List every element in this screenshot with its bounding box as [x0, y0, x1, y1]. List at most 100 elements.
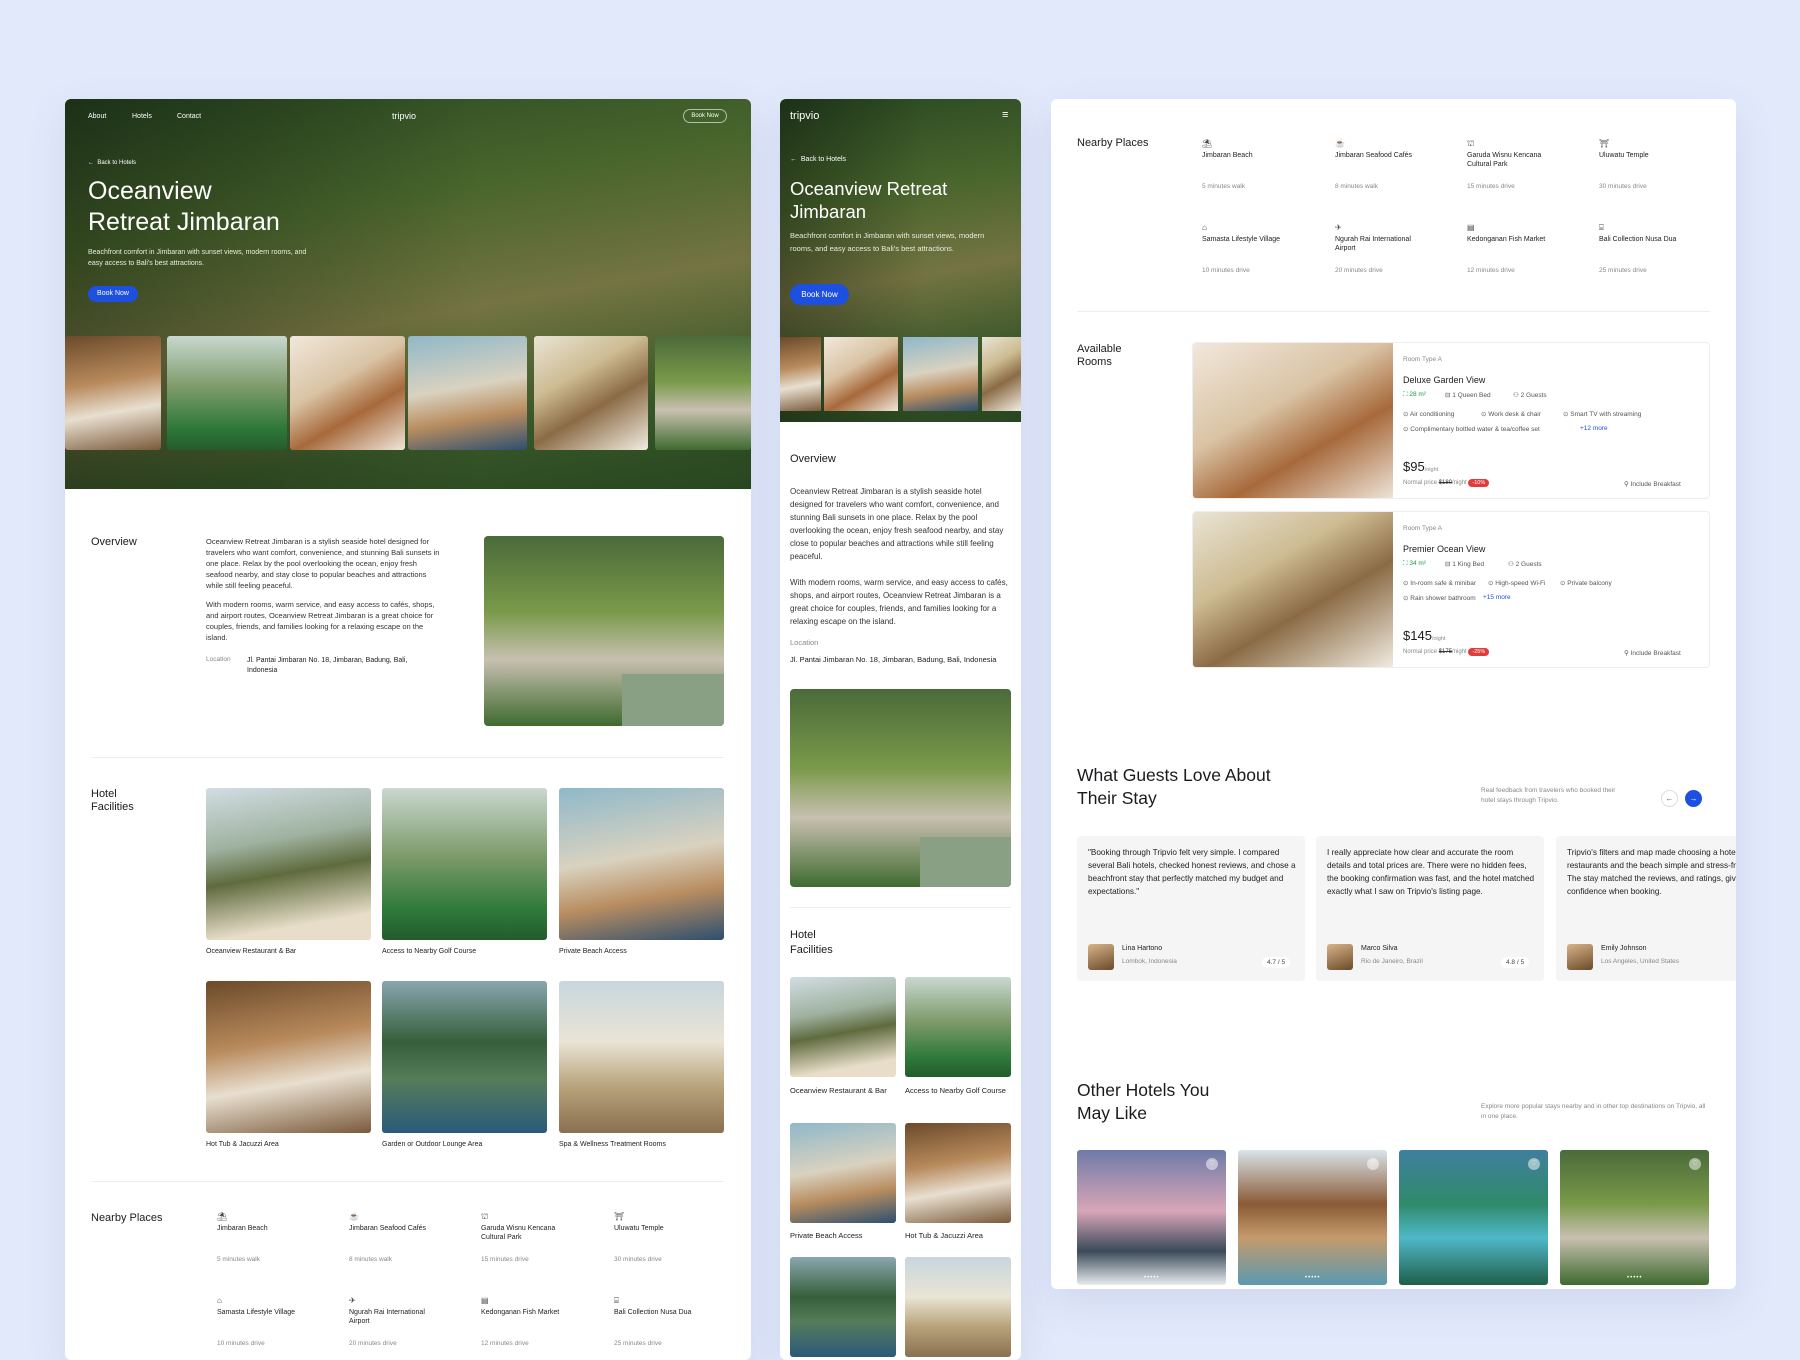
gallery-image[interactable]: [167, 336, 287, 450]
facility-image[interactable]: [382, 788, 547, 940]
room-bed: ⊟ 1 King Bed: [1445, 561, 1485, 568]
room-feature: ⊙ Rain shower bathroom: [1403, 595, 1476, 602]
room-card[interactable]: Room Type A Premier Ocean View ⛶ 34 m² ⊟…: [1192, 511, 1710, 668]
cutlery-icon: ⚲: [1624, 481, 1631, 488]
section-divider: [91, 757, 724, 758]
facility-caption: Oceanview Restaurant & Bar: [206, 948, 297, 955]
gallery-image[interactable]: [780, 337, 821, 411]
menu-icon[interactable]: ≡: [1002, 109, 1008, 121]
room-more-link[interactable]: +15 more: [1483, 594, 1511, 601]
gallery-image[interactable]: [65, 336, 161, 450]
room-feature: ⊙ Complimentary bottled water & tea/coff…: [1403, 426, 1540, 433]
shop-icon: ⌸: [614, 1296, 619, 1305]
gallery-image[interactable]: [534, 336, 648, 450]
hero-section: About Hotels Contact tripvio Book Now ← …: [65, 99, 751, 489]
hero-book-button[interactable]: Book Now: [88, 286, 138, 302]
facility-image[interactable]: [790, 1123, 896, 1223]
facility-image[interactable]: [559, 981, 724, 1133]
reviewer-place: Rio de Janeiro, Brazil: [1361, 958, 1423, 965]
gallery-image[interactable]: [655, 336, 751, 450]
overview-image[interactable]: [484, 536, 724, 726]
room-feature: ⊙ Smart TV with streaming: [1563, 411, 1642, 418]
brand-logo[interactable]: tripvio: [392, 111, 416, 121]
nav-about[interactable]: About: [88, 113, 106, 120]
mobile-hero-title: Oceanview Retreat Jimbaran: [790, 178, 948, 222]
section-divider: [790, 907, 1011, 908]
gallery-image[interactable]: [982, 337, 1021, 411]
nearby-item: ⛩ Uluwatu Temple 30 minutes drive: [1599, 139, 1694, 199]
heart-icon[interactable]: ♡: [1528, 1158, 1540, 1170]
mobile-brand-logo[interactable]: tripvio: [790, 110, 819, 122]
plane-icon: ✈: [349, 1296, 356, 1305]
room-feature: ⊙ Private balcony: [1560, 580, 1612, 587]
home-icon: ⌂: [217, 1296, 222, 1305]
facility-caption: Garden or Outdoor Lounge Area: [382, 1141, 483, 1148]
overview-image-detail: [920, 837, 1011, 887]
nearby-item: ☕ Jimbaran Seafood Cafés 8 minutes walk: [349, 1212, 444, 1272]
avatar: [1567, 944, 1593, 970]
gallery-image[interactable]: [903, 337, 978, 411]
nav-hotels[interactable]: Hotels: [132, 113, 152, 120]
facility-caption: Hot Tub & Jacuzzi Area: [905, 1231, 983, 1240]
room-card[interactable]: Room Type A Deluxe Garden View ⛶ 28 m² ⊟…: [1192, 342, 1710, 499]
reviews-prev-button[interactable]: ←: [1661, 790, 1678, 807]
review-card: I really appreciate how clear and accura…: [1316, 836, 1544, 981]
nearby-item: ⌸ Bali Collection Nusa Dua 25 minutes driv…: [1599, 223, 1694, 283]
room-feature: ⊙ High-speed Wi-Fi: [1488, 580, 1546, 587]
reviewer-name: Lina Hartono: [1122, 945, 1163, 952]
nearby-item: ▤ Kedonganan Fish Market 12 minutes drive: [481, 1296, 576, 1356]
reviewer-place: Lombok, Indonesia: [1122, 958, 1177, 965]
nearby-item: ⌂ Samasta Lifestyle Village 10 minutes dri…: [217, 1296, 312, 1356]
hotel-card-image[interactable]: ♡ •••••: [1560, 1150, 1709, 1285]
facility-image[interactable]: [790, 1257, 896, 1357]
beach-icon: ⛱: [217, 1212, 228, 1221]
mobile-overview-paragraph-1: Oceanview Retreat Jimbaran is a stylish …: [790, 487, 1004, 561]
temple-icon: ⛩: [1599, 139, 1610, 148]
gallery-image[interactable]: [408, 336, 527, 450]
room-guests: ⚇ 2 Guests: [1513, 392, 1547, 399]
room-image[interactable]: [1193, 343, 1393, 498]
facility-image[interactable]: [905, 1123, 1011, 1223]
nav-book-button[interactable]: Book Now: [683, 109, 727, 123]
heart-icon[interactable]: ♡: [1367, 1158, 1379, 1170]
hotel-card-image[interactable]: ♡: [1399, 1150, 1548, 1285]
nearby-item: ⛫ Garuda Wisnu Kencana Cultural Park 15 mi…: [481, 1212, 576, 1272]
review-text: I really appreciate how clear and accura…: [1327, 848, 1535, 896]
carousel-dots: •••••: [1305, 1275, 1321, 1281]
facility-image[interactable]: [790, 977, 896, 1077]
arrow-left-icon: ←: [88, 160, 98, 166]
facility-image[interactable]: [905, 977, 1011, 1077]
plane-icon: ✈: [1335, 223, 1342, 232]
mobile-back-link[interactable]: ← Back to Hotels: [790, 156, 846, 163]
room-image[interactable]: [1193, 512, 1393, 667]
facility-image[interactable]: [206, 981, 371, 1133]
facility-image[interactable]: [382, 981, 547, 1133]
reviews-next-button[interactable]: →: [1685, 790, 1702, 807]
heart-icon[interactable]: ♡: [1206, 1158, 1218, 1170]
gallery-image[interactable]: [824, 337, 898, 411]
rating-badge: 4.7 / 5: [1262, 957, 1291, 968]
room-more-link[interactable]: +12 more: [1580, 425, 1608, 432]
nav-contact[interactable]: Contact: [177, 113, 201, 120]
mobile-book-button[interactable]: Book Now: [790, 284, 849, 305]
carousel-dots: •••••: [1627, 1275, 1643, 1281]
arrow-left-icon: ←: [1665, 794, 1674, 803]
room-price: $95/night: [1403, 459, 1439, 474]
market-icon: ▤: [1467, 223, 1475, 232]
nearby-heading: Nearby Places: [1077, 137, 1149, 149]
mobile-overview-image[interactable]: [790, 689, 1011, 887]
facility-image[interactable]: [559, 788, 724, 940]
nearby-item: ✈ Ngurah Rai International Airport 20 minu…: [1335, 223, 1430, 283]
heart-icon[interactable]: ♡: [1689, 1158, 1701, 1170]
back-to-hotels-link[interactable]: ← Back to Hotels: [88, 160, 136, 166]
mobile-location-text: Jl. Pantai Jimbaran No. 18, Jimbaran, Ba…: [790, 655, 997, 664]
hotel-card-image[interactable]: ♡ •••••: [1238, 1150, 1387, 1285]
facility-image[interactable]: [905, 1257, 1011, 1357]
gallery-image[interactable]: [290, 336, 405, 450]
facility-image[interactable]: [206, 788, 371, 940]
hotel-card-image[interactable]: ♡ •••••: [1077, 1150, 1226, 1285]
mobile-location-label: Location: [790, 638, 819, 647]
nearby-item: ✈ Ngurah Rai International Airport 20 minu…: [349, 1296, 444, 1356]
facility-caption: Spa & Wellness Treatment Rooms: [559, 1141, 666, 1148]
landmark-icon: ⛫: [481, 1212, 489, 1221]
